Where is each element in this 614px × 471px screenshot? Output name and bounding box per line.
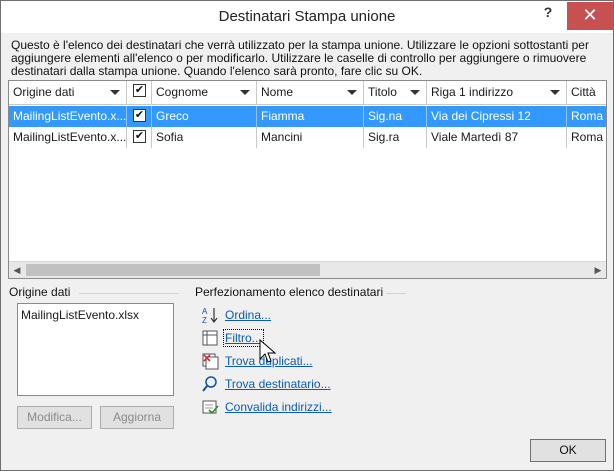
column-header-label: Origine dati xyxy=(13,85,75,99)
mail-merge-recipients-dialog: Destinatari Stampa unione ? ✕ Questo è l… xyxy=(0,0,614,471)
list-item[interactable]: MailingListEvento.xlsx xyxy=(21,308,170,322)
table-row[interactable]: MailingListEvento.x... ✔ Greco Fiamma Si… xyxy=(9,106,606,127)
column-header-label: Titolo xyxy=(368,85,397,99)
data-source-label: Origine dati xyxy=(9,285,71,299)
edit-button[interactable]: Modifica... xyxy=(17,406,92,429)
column-header-label: Città xyxy=(571,85,596,99)
column-header-riga-1-indirizzo[interactable]: Riga 1 indirizzo xyxy=(427,81,567,104)
ok-button[interactable]: OK xyxy=(530,439,606,462)
column-header-titolo[interactable]: Titolo xyxy=(364,81,427,104)
svg-text:A: A xyxy=(202,307,208,316)
help-button[interactable]: ? xyxy=(538,4,558,24)
find-recipient-link[interactable]: Trova destinatario... xyxy=(225,377,331,391)
cell-citta: Roma xyxy=(571,109,604,123)
cell-titolo: Sig.na xyxy=(364,106,427,127)
data-source-list[interactable]: MailingListEvento.xlsx xyxy=(17,303,174,396)
refine-list-label: Perfezionamento elenco destinatari xyxy=(195,285,384,299)
validate-addresses-icon xyxy=(201,398,219,416)
cell-indirizzo: Viale Martedì 87 xyxy=(427,127,567,148)
cell-cognome: Sofia xyxy=(152,127,257,148)
cell-indirizzo: Via dei Cipressi 12 xyxy=(427,106,567,127)
column-header-nome[interactable]: Nome xyxy=(257,81,364,104)
column-header-origine-dati[interactable]: Origine dati xyxy=(9,81,127,104)
column-header-cognome[interactable]: Cognome xyxy=(152,81,257,104)
column-header-include[interactable]: ✔ xyxy=(127,81,152,104)
dialog-description: Questo è l'elenco dei destinatari che ve… xyxy=(11,38,589,78)
refine-divider xyxy=(386,293,406,294)
cell-include: ✔ xyxy=(127,127,152,148)
sort-az-icon: A Z xyxy=(201,306,219,325)
horizontal-scrollbar[interactable]: ◀ ▶ xyxy=(9,261,606,278)
row-checkbox[interactable]: ✔ xyxy=(133,109,146,122)
cell-citta: Roma xyxy=(571,130,604,144)
chevron-down-icon[interactable] xyxy=(347,90,357,95)
recipients-grid[interactable]: Origine dati ✔ Cognome Nome Titolo Riga … xyxy=(8,80,607,279)
mouse-cursor-icon xyxy=(259,338,277,365)
chevron-down-icon[interactable] xyxy=(550,90,560,95)
column-header-label: Riga 1 indirizzo xyxy=(431,85,514,99)
refresh-button[interactable]: Aggiorna xyxy=(100,406,174,429)
dialog-title: Destinatari Stampa unione xyxy=(218,8,396,25)
cell-include: ✔ xyxy=(127,106,152,127)
cell-titolo: Sig.ra xyxy=(364,127,427,148)
chevron-down-icon[interactable] xyxy=(240,90,250,95)
sort-link[interactable]: Ordina... xyxy=(225,308,271,322)
table-row[interactable]: MailingListEvento.x... ✔ Sofia Mancini S… xyxy=(9,127,606,148)
cell-source: MailingListEvento.x... xyxy=(9,127,127,148)
row-checkbox[interactable]: ✔ xyxy=(133,130,146,143)
cell-nome: Fiamma xyxy=(257,106,364,127)
svg-text:Z: Z xyxy=(202,316,207,324)
find-recipient-icon xyxy=(201,375,219,393)
scroll-right-icon[interactable]: ▶ xyxy=(590,262,606,278)
find-duplicates-icon xyxy=(201,352,219,370)
close-button[interactable]: ✕ xyxy=(567,2,613,30)
column-header-label: Cognome xyxy=(156,85,209,99)
data-source-divider xyxy=(79,293,179,294)
filter-link[interactable]: Filtro... xyxy=(223,329,264,347)
select-all-checkbox[interactable]: ✔ xyxy=(133,84,146,97)
filter-icon xyxy=(201,329,219,347)
scrollbar-thumb[interactable] xyxy=(26,264,320,276)
validate-addresses-link[interactable]: Convalida indirizzi... xyxy=(225,400,332,414)
chevron-down-icon[interactable] xyxy=(410,90,420,95)
title-bar: Destinatari Stampa unione ? ✕ xyxy=(1,1,613,33)
chevron-down-icon[interactable] xyxy=(110,90,120,95)
column-header-label: Nome xyxy=(261,85,294,99)
scroll-left-icon[interactable]: ◀ xyxy=(9,262,25,278)
grid-header: Origine dati ✔ Cognome Nome Titolo Riga … xyxy=(9,81,606,105)
column-header-citta[interactable]: Città xyxy=(567,81,606,104)
cell-cognome: Greco xyxy=(152,106,257,127)
cell-nome: Mancini xyxy=(257,127,364,148)
cell-source: MailingListEvento.x... xyxy=(9,106,127,127)
